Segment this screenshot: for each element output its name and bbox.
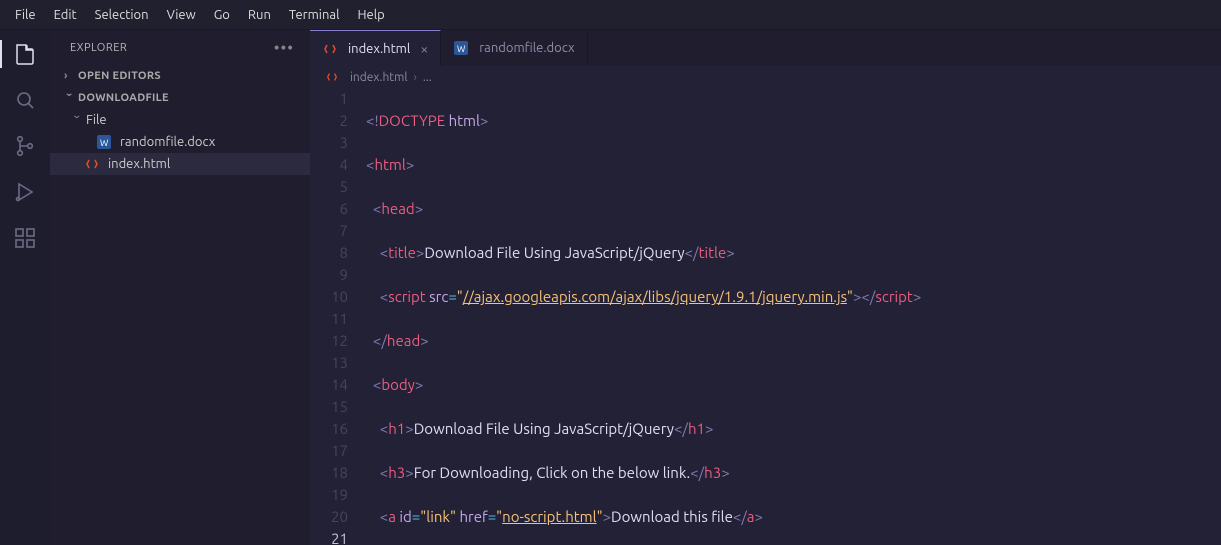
breadcrumb[interactable]: index.html › ...	[310, 66, 1221, 88]
activity-bar	[0, 30, 50, 545]
close-icon[interactable]: ×	[420, 41, 428, 57]
folder-label: File	[86, 113, 107, 127]
chevron-right-icon: ›	[64, 70, 74, 82]
tab-randomfile-docx[interactable]: W randomfile.docx	[441, 30, 587, 66]
side-bar: EXPLORER ••• › OPEN EDITORS › DOWNLOADFI…	[50, 30, 310, 545]
chevron-down-icon: ›	[70, 115, 84, 125]
file-randomfile[interactable]: W randomfile.docx	[50, 131, 310, 153]
menu-view[interactable]: View	[158, 8, 205, 22]
sidebar-more-icon[interactable]: •••	[274, 39, 294, 57]
tab-label: index.html	[348, 42, 410, 56]
open-editors-section[interactable]: › OPEN EDITORS	[50, 65, 310, 87]
source-control-icon[interactable]	[11, 132, 39, 160]
menu-terminal[interactable]: Terminal	[280, 8, 349, 22]
extensions-icon[interactable]	[11, 224, 39, 252]
folder-root[interactable]: › DOWNLOADFILE	[50, 87, 310, 109]
sidebar-title: EXPLORER	[70, 42, 127, 54]
svg-text:W: W	[100, 138, 109, 148]
explorer-tree: › OPEN EDITORS › DOWNLOADFILE › File W r…	[50, 65, 310, 175]
chevron-right-icon: ›	[414, 71, 417, 84]
word-file-icon: W	[453, 40, 469, 56]
folder-root-label: DOWNLOADFILE	[78, 92, 169, 104]
run-debug-icon[interactable]	[11, 178, 39, 206]
menu-selection[interactable]: Selection	[86, 8, 158, 22]
menu-file[interactable]: File	[6, 8, 45, 22]
menu-bar: File Edit Selection View Go Run Terminal…	[0, 0, 1221, 30]
chevron-down-icon: ›	[63, 93, 75, 103]
menu-run[interactable]: Run	[239, 8, 280, 22]
code-content[interactable]: <!DOCTYPE html> <html> <head> <title>Dow…	[366, 88, 1221, 545]
explorer-icon[interactable]	[11, 40, 39, 68]
tab-bar: index.html × W randomfile.docx	[310, 30, 1221, 66]
crumb-file: index.html	[350, 71, 408, 84]
menu-go[interactable]: Go	[205, 8, 239, 22]
tab-index-html[interactable]: index.html ×	[310, 30, 441, 66]
code-editor[interactable]: 123456789101112131415161718192021 <!DOCT…	[310, 88, 1221, 545]
file-index-html[interactable]: index.html	[50, 153, 310, 175]
file-label: index.html	[108, 157, 170, 171]
folder-file[interactable]: › File	[50, 109, 310, 131]
html-file-icon	[324, 69, 340, 85]
menu-edit[interactable]: Edit	[45, 8, 86, 22]
file-label: randomfile.docx	[120, 135, 215, 149]
word-file-icon: W	[96, 134, 112, 150]
open-editors-label: OPEN EDITORS	[78, 70, 161, 82]
svg-text:W: W	[457, 44, 466, 54]
html-file-icon	[84, 156, 100, 172]
tab-label: randomfile.docx	[479, 41, 574, 55]
crumb-more: ...	[423, 71, 432, 84]
html-file-icon	[322, 41, 338, 57]
line-gutter: 123456789101112131415161718192021	[310, 88, 366, 545]
search-icon[interactable]	[11, 86, 39, 114]
editor-group: index.html × W randomfile.docx index.htm…	[310, 30, 1221, 545]
menu-help[interactable]: Help	[348, 8, 393, 22]
